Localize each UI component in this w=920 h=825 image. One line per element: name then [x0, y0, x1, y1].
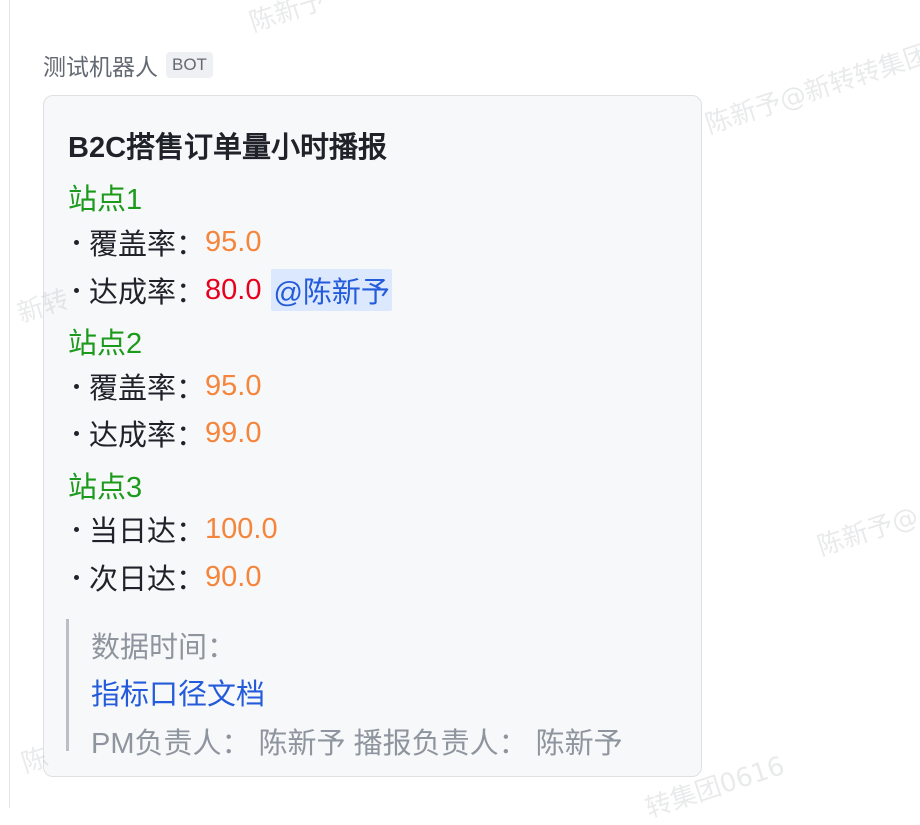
watermark-text: 陈新予@新转转集团 [701, 39, 920, 141]
bullet-dot [74, 239, 79, 245]
site-2-heading: 站点2 [68, 328, 143, 360]
quote-bar [66, 619, 69, 751]
metric-label: 达成率： [89, 277, 206, 309]
bullet-dot [74, 383, 79, 389]
site-2-achievement-row: 达成率： 99.0 [68, 413, 261, 453]
site-3-next-day-row: 次日达： 90.0 [68, 557, 261, 597]
sender-name[interactable]: 测试机器人 [43, 48, 158, 82]
metric-value: 80.0 [205, 273, 262, 306]
watermark-text: 陈新予 [245, 0, 330, 39]
bot-badge: BOT [166, 52, 213, 78]
card-title: B2C搭售订单量小时播报 [68, 132, 388, 164]
metric-label: 覆盖率： [89, 229, 206, 261]
metric-value: 100.0 [205, 512, 278, 545]
metric-label: 达成率： [89, 420, 206, 452]
owner-info: PM负责人： 陈新予 播报负责人： 陈新予 [91, 728, 623, 760]
bullet-dot [74, 574, 79, 580]
user-mention[interactable]: @陈新予 [271, 269, 392, 311]
site-1-coverage-row: 覆盖率： 95.0 [68, 222, 261, 262]
site-3-same-day-row: 当日达： 100.0 [68, 509, 278, 549]
data-time-label: 数据时间： [91, 632, 237, 664]
metric-label: 次日达： [89, 564, 206, 596]
metric-doc-link[interactable]: 指标口径文档 [91, 671, 265, 713]
bullet-dot [74, 287, 79, 293]
conversation-divider [9, 0, 10, 808]
site-1-heading: 站点1 [68, 184, 143, 216]
message-card: B2C搭售订单量小时播报 站点1 覆盖率： 95.0 达成率： 80.0 @陈新… [43, 95, 702, 777]
metric-value: 95.0 [205, 369, 262, 402]
metric-value: 99.0 [205, 416, 262, 449]
site-1-achievement-row: 达成率： 80.0 @陈新予 [68, 269, 392, 311]
metric-value: 90.0 [205, 560, 262, 593]
watermark-text: 陈新予@ [813, 501, 920, 563]
metric-label: 当日达： [89, 516, 206, 548]
site-2-coverage-row: 覆盖率： 95.0 [68, 366, 261, 406]
bullet-dot [74, 526, 79, 532]
metric-label: 覆盖率： [89, 373, 206, 405]
bullet-dot [74, 430, 79, 436]
site-3-heading: 站点3 [68, 472, 143, 504]
message-sender: 测试机器人 BOT [43, 50, 213, 80]
metric-value: 95.0 [205, 225, 262, 258]
